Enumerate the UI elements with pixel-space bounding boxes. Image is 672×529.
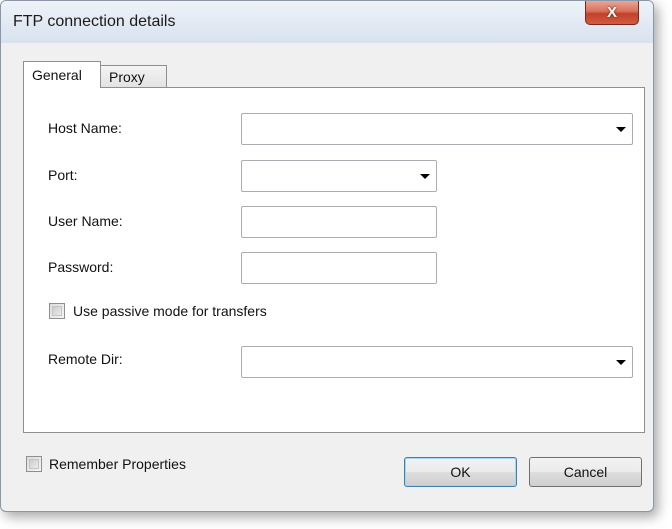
- passive-mode-checkbox[interactable]: [49, 303, 65, 319]
- host-name-label: Host Name:: [48, 120, 122, 136]
- remember-properties-label[interactable]: Remember Properties: [49, 456, 186, 472]
- user-name-label: User Name:: [48, 213, 123, 229]
- chevron-down-icon[interactable]: [616, 360, 626, 365]
- title-bar[interactable]: FTP connection details X: [1, 1, 653, 43]
- general-tab-panel: Host Name: Port: User Name: Password: Us…: [23, 87, 645, 433]
- close-button[interactable]: X: [585, 1, 639, 25]
- ftp-connection-dialog: FTP connection details X General Proxy H…: [0, 0, 654, 512]
- port-combobox[interactable]: [241, 160, 437, 192]
- remote-dir-label: Remote Dir:: [48, 351, 123, 367]
- cancel-button[interactable]: Cancel: [529, 457, 642, 487]
- remember-properties-checkbox[interactable]: [26, 456, 42, 472]
- dialog-body: General Proxy Host Name: Port: User Name…: [9, 43, 645, 503]
- remote-dir-combobox[interactable]: [241, 346, 633, 378]
- tab-general[interactable]: General: [23, 61, 101, 88]
- chevron-down-icon[interactable]: [616, 127, 626, 132]
- tab-proxy[interactable]: Proxy: [100, 65, 167, 88]
- user-name-input[interactable]: [241, 206, 437, 238]
- passive-mode-label[interactable]: Use passive mode for transfers: [73, 303, 267, 319]
- close-icon: X: [606, 4, 617, 21]
- chevron-down-icon[interactable]: [420, 174, 430, 179]
- port-label: Port:: [48, 167, 78, 183]
- window-title: FTP connection details: [13, 13, 176, 30]
- ok-button[interactable]: OK: [404, 457, 517, 487]
- password-input[interactable]: [241, 252, 437, 284]
- password-label: Password:: [48, 259, 114, 275]
- host-name-combobox[interactable]: [241, 113, 633, 145]
